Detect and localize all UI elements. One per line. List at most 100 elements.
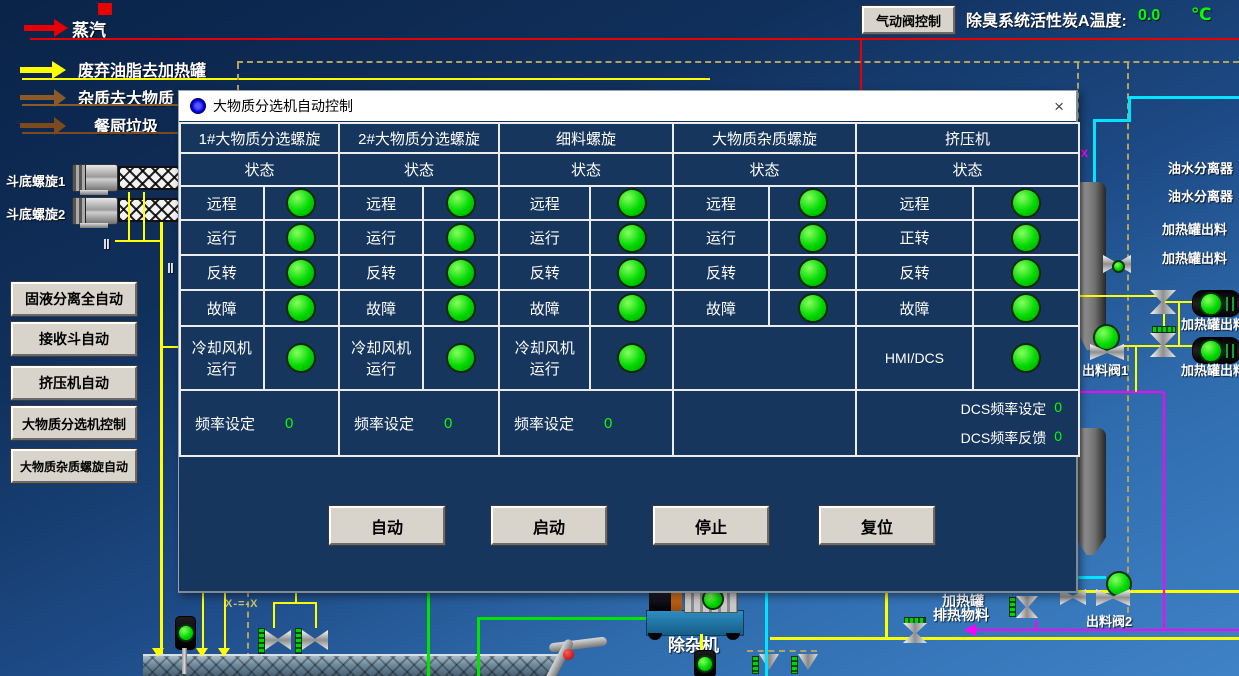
pipe-left-b xyxy=(143,192,145,240)
col1-status-header: 状态 xyxy=(181,154,338,187)
col4-row-run: 运行 xyxy=(674,221,855,256)
dcs-feedback-value: 0 xyxy=(1054,428,1062,448)
motor1-icon xyxy=(72,164,118,192)
indicator-light xyxy=(286,258,316,288)
freq-label: 频率设定 xyxy=(354,413,414,434)
valve-bl1-icon xyxy=(265,630,291,650)
red-ball xyxy=(563,649,574,660)
col5-title: 挤压机 xyxy=(857,124,1078,154)
row-label: 运行 xyxy=(366,358,396,379)
gray-pipe-top xyxy=(549,636,608,652)
col4-empty-row xyxy=(674,327,855,391)
col2-status-header: 状态 xyxy=(340,154,498,187)
indicator-light xyxy=(617,258,647,288)
row-label: 故障 xyxy=(706,298,736,319)
row-label: 反转 xyxy=(207,262,237,283)
indicator-light xyxy=(617,343,647,373)
dialog-title: 大物质分选机自动控制 xyxy=(213,96,353,116)
green-pipe-v2 xyxy=(477,617,480,676)
dialog-icon xyxy=(190,98,206,114)
valve-br2-stem xyxy=(1009,597,1016,617)
col3-freq: 频率设定0 xyxy=(500,391,672,455)
heat-tank-label-line2: 排热物料 xyxy=(933,605,989,625)
col3-row-fan: 冷却风机运行 xyxy=(500,327,672,391)
oil-water-separator2-label: 油水分离器 xyxy=(1168,186,1233,205)
col1-row-fan: 冷却风机运行 xyxy=(181,327,338,391)
close-icon[interactable]: × xyxy=(1054,98,1064,115)
col2-row-remote: 远程 xyxy=(340,187,498,221)
row-label: 故障 xyxy=(899,298,929,319)
row-label: 反转 xyxy=(366,262,396,283)
pump-indicator-left xyxy=(175,616,196,650)
pneumatic-valve-control-button[interactable]: 气动阀控制 xyxy=(862,6,955,34)
indicator-light xyxy=(446,293,476,323)
sorter-dialog: 大物质分选机自动控制 × 1#大物质分选螺旋 状态 远程 运行 反转 故障 冷却… xyxy=(178,90,1078,593)
impurity-pipe xyxy=(22,104,185,106)
row-label: 反转 xyxy=(899,262,929,283)
auto-button[interactable]: 自动 xyxy=(329,506,445,545)
pipe-b-main xyxy=(770,637,1239,640)
row-label: 远程 xyxy=(366,193,396,214)
indicator-light xyxy=(1011,258,1041,288)
waste-oil-pipe xyxy=(22,78,710,80)
col4-row-fault: 故障 xyxy=(674,291,855,327)
row-label: 反转 xyxy=(530,262,560,283)
hopper-screw1-label: 斗底螺旋1 xyxy=(6,171,65,190)
arrow-into-trough3 xyxy=(218,648,230,657)
col2-row-reverse: 反转 xyxy=(340,256,498,291)
steam-pipe-drop xyxy=(860,40,862,91)
impurity-screw-auto-button[interactable]: 大物质杂质螺旋自动 xyxy=(11,449,137,483)
pipe-bl-6 xyxy=(315,602,317,628)
row-label: 正转 xyxy=(899,227,929,248)
pipe-left-main xyxy=(160,222,163,658)
extruder-auto-button[interactable]: 挤压机自动 xyxy=(11,366,137,400)
dialog-titlebar[interactable]: 大物质分选机自动控制 × xyxy=(179,91,1076,121)
pipe-r-6 xyxy=(1135,346,1137,392)
indicator-light xyxy=(1011,343,1041,373)
col1-title: 1#大物质分选螺旋 xyxy=(181,124,338,154)
indicator-light xyxy=(617,293,647,323)
oil-water-separator1-label: 油水分离器 xyxy=(1168,158,1233,177)
row-label: 冷却风机 xyxy=(515,337,575,358)
motor1-base xyxy=(80,190,108,195)
col2-row-run: 运行 xyxy=(340,221,498,256)
table-col-fines: 细料螺旋 状态 远程 运行 反转 故障 冷却风机运行 频率设定0 xyxy=(498,122,674,457)
solid-liquid-auto-button[interactable]: 固液分离全自动 xyxy=(11,282,137,316)
row-label: 远程 xyxy=(530,193,560,214)
dashed-drop-right2 xyxy=(1127,63,1129,623)
cyan-pipe-step2 xyxy=(1093,119,1131,122)
pipe-bl-5 xyxy=(273,602,275,628)
indicator-light xyxy=(617,188,647,218)
col5-status-header: 状态 xyxy=(857,154,1078,187)
start-button[interactable]: 启动 xyxy=(491,506,607,545)
cyan-pipe-top xyxy=(1128,96,1239,99)
col2-row-fan: 冷却风机运行 xyxy=(340,327,498,391)
dashed-drop-237 xyxy=(237,63,239,91)
indicator-light xyxy=(798,258,828,288)
collection-trough xyxy=(143,654,558,676)
impurity-arrow xyxy=(20,95,54,100)
motor2-base xyxy=(80,223,108,228)
pump1-icon xyxy=(1192,290,1239,317)
pipe-r-1 xyxy=(1075,295,1165,297)
valve-bl2-stem xyxy=(295,628,302,654)
col2-row-fault: 故障 xyxy=(340,291,498,327)
steam-arrow-head xyxy=(54,19,68,37)
pump-indicator-stem xyxy=(182,648,187,674)
hopper-auto-button[interactable]: 接收斗自动 xyxy=(11,322,137,356)
stop-button[interactable]: 停止 xyxy=(653,506,769,545)
valve-bl1-stem xyxy=(258,628,265,654)
magenta-bottom xyxy=(976,629,1239,631)
pipe-break2: ‖ xyxy=(167,260,174,276)
col1-row-run: 运行 xyxy=(181,221,338,256)
motor2-icon xyxy=(72,197,118,225)
valve-r3-stem xyxy=(1152,326,1176,333)
valve-br1-icon xyxy=(903,623,927,643)
table-col-extruder: 挤压机 状态 远程 正转 反转 故障 HMI/DCS DCS频率设定0 DCS频… xyxy=(855,122,1080,457)
reset-button[interactable]: 复位 xyxy=(819,506,935,545)
col3-status-header: 状态 xyxy=(500,154,672,187)
dashed-line-top xyxy=(237,61,1239,63)
hopper-screw2-label: 斗底螺旋2 xyxy=(6,204,65,223)
sorter-control-button[interactable]: 大物质分选机控制 xyxy=(11,406,137,440)
col3-row-run: 运行 xyxy=(500,221,672,256)
